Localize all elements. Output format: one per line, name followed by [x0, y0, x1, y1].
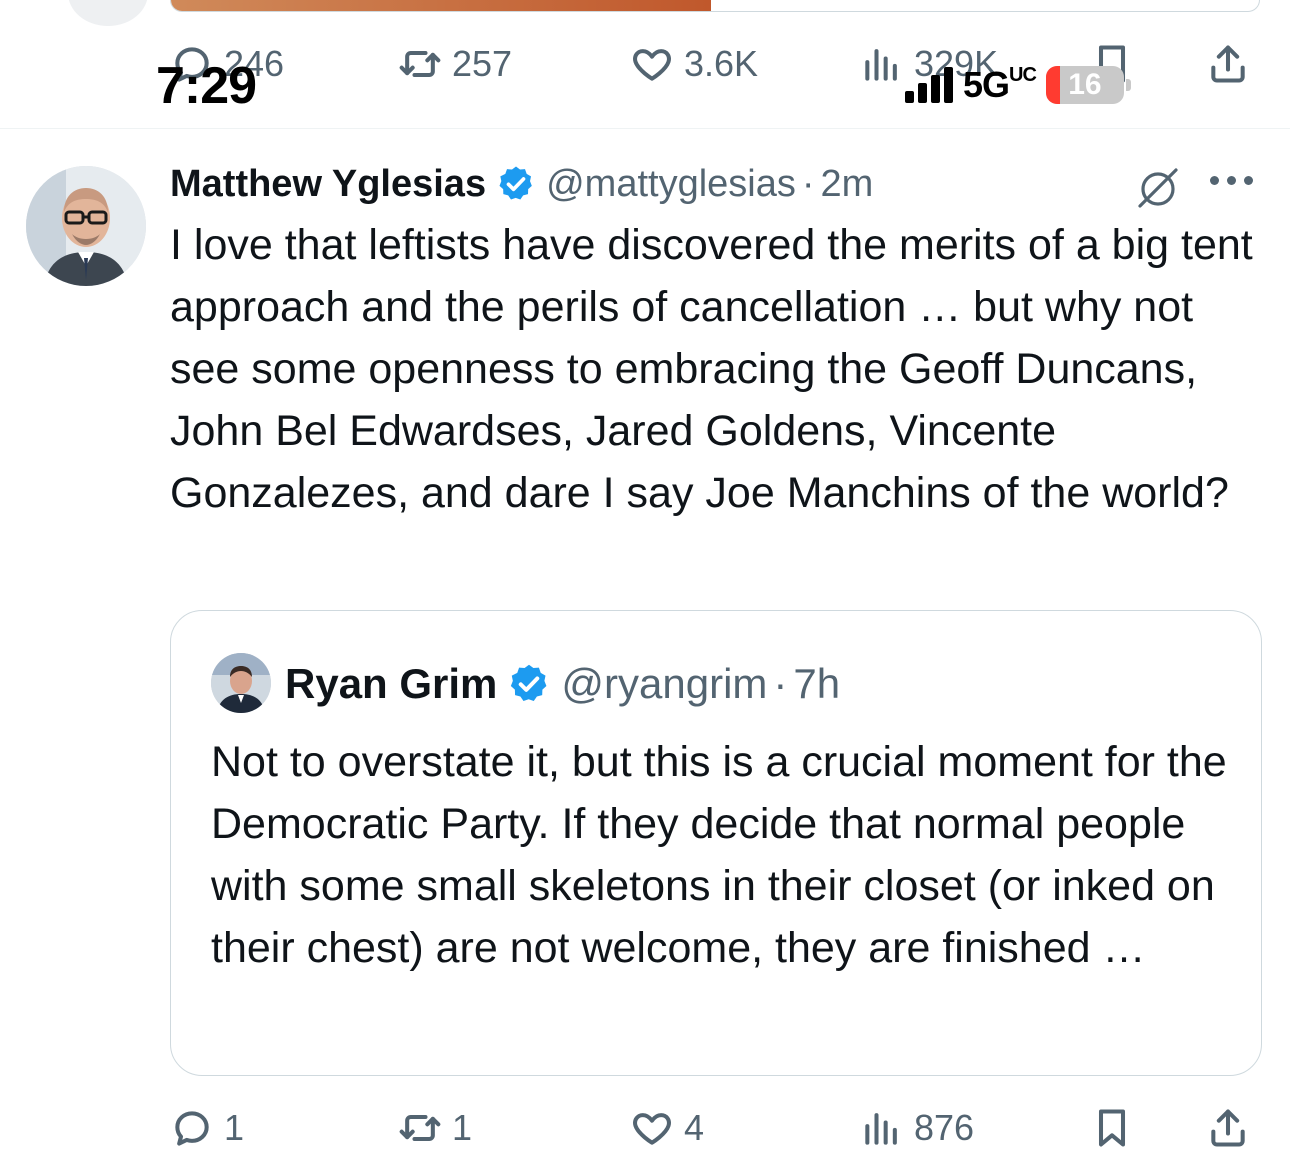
share-icon — [1211, 45, 1245, 83]
battery-level: 16 — [1068, 68, 1102, 101]
author-photo — [26, 166, 146, 286]
network-type: 5GUC — [963, 64, 1037, 105]
cellular-signal-icon — [905, 67, 953, 103]
quoted-tweet[interactable]: Ryan Grim @ryangrim · 7h Not to overstat… — [170, 610, 1262, 1076]
tweet-text: I love that leftists have discovered the… — [170, 221, 1265, 517]
author-name[interactable]: Matthew Yglesias — [170, 163, 486, 206]
quoted-header-separator: · — [773, 660, 788, 707]
status-bar-time: 7:29 — [156, 57, 257, 115]
quoted-tweet-timestamp[interactable]: 7h — [793, 660, 840, 708]
verified-badge-icon — [499, 166, 532, 200]
retweet-icon — [399, 1114, 441, 1142]
like-button[interactable]: 4 — [630, 1098, 704, 1158]
tweet-actions: 1 1 4 876 — [170, 1098, 1260, 1158]
previous-tweet-avatar[interactable] — [68, 0, 148, 26]
retweet-count: 1 — [452, 1107, 473, 1148]
share-icon — [1211, 1109, 1245, 1147]
bookmark-button[interactable] — [1090, 1098, 1134, 1158]
quoted-author-photo — [211, 653, 271, 713]
previous-tweet-media[interactable] — [170, 0, 1260, 12]
quoted-author-handle[interactable]: @ryangrim — [561, 660, 767, 708]
like-count: 4 — [684, 1107, 705, 1148]
retweet-button[interactable]: 257 — [398, 34, 512, 94]
reply-button[interactable]: 1 — [170, 1098, 244, 1158]
verified-badge-icon — [511, 664, 547, 702]
views-icon — [865, 49, 897, 81]
previous-tweet-image — [171, 0, 711, 11]
views-count: 876 — [914, 1107, 975, 1148]
author-handle[interactable]: @mattyglesias — [546, 163, 796, 206]
like-count: 3.6K — [684, 43, 759, 84]
quoted-tweet-header: Ryan Grim @ryangrim · 7h — [285, 657, 840, 711]
retweet-button[interactable]: 1 — [398, 1098, 472, 1158]
quoted-avatar[interactable] — [211, 653, 271, 713]
quoted-author-name[interactable]: Ryan Grim — [285, 660, 497, 708]
share-button[interactable] — [1206, 1098, 1250, 1158]
tweet-timestamp[interactable]: 2m — [821, 163, 874, 206]
views-icon — [865, 1113, 897, 1145]
reply-icon — [175, 1111, 209, 1146]
tweet-header: Matthew Yglesias @mattyglesias · 2m — [170, 158, 873, 210]
header-separator: · — [801, 162, 815, 205]
tweet-thread-screen: 246 257 3.6K 329K 7:29 5GUC 16 Matthew Y… — [0, 0, 1290, 1176]
reply-count: 1 — [224, 1107, 245, 1148]
tweet-divider — [0, 128, 1290, 129]
like-icon — [633, 49, 671, 81]
bookmark-icon — [1098, 1109, 1126, 1147]
more-icon[interactable] — [1210, 176, 1253, 185]
status-bar-indicators: 5GUC 16 — [905, 60, 1131, 110]
share-button[interactable] — [1206, 34, 1250, 94]
battery-nub — [1125, 79, 1131, 91]
grok-icon[interactable] — [1132, 162, 1184, 212]
quoted-tweet-text: Not to overstate it, but this is a cruci… — [211, 738, 1239, 972]
battery-icon: 16 — [1045, 66, 1124, 104]
retweet-count: 257 — [452, 43, 513, 84]
like-icon — [633, 1113, 671, 1145]
like-button[interactable]: 3.6K — [630, 34, 758, 94]
retweet-icon — [399, 50, 441, 78]
avatar[interactable] — [26, 166, 146, 286]
views-button[interactable]: 876 — [860, 1098, 974, 1158]
